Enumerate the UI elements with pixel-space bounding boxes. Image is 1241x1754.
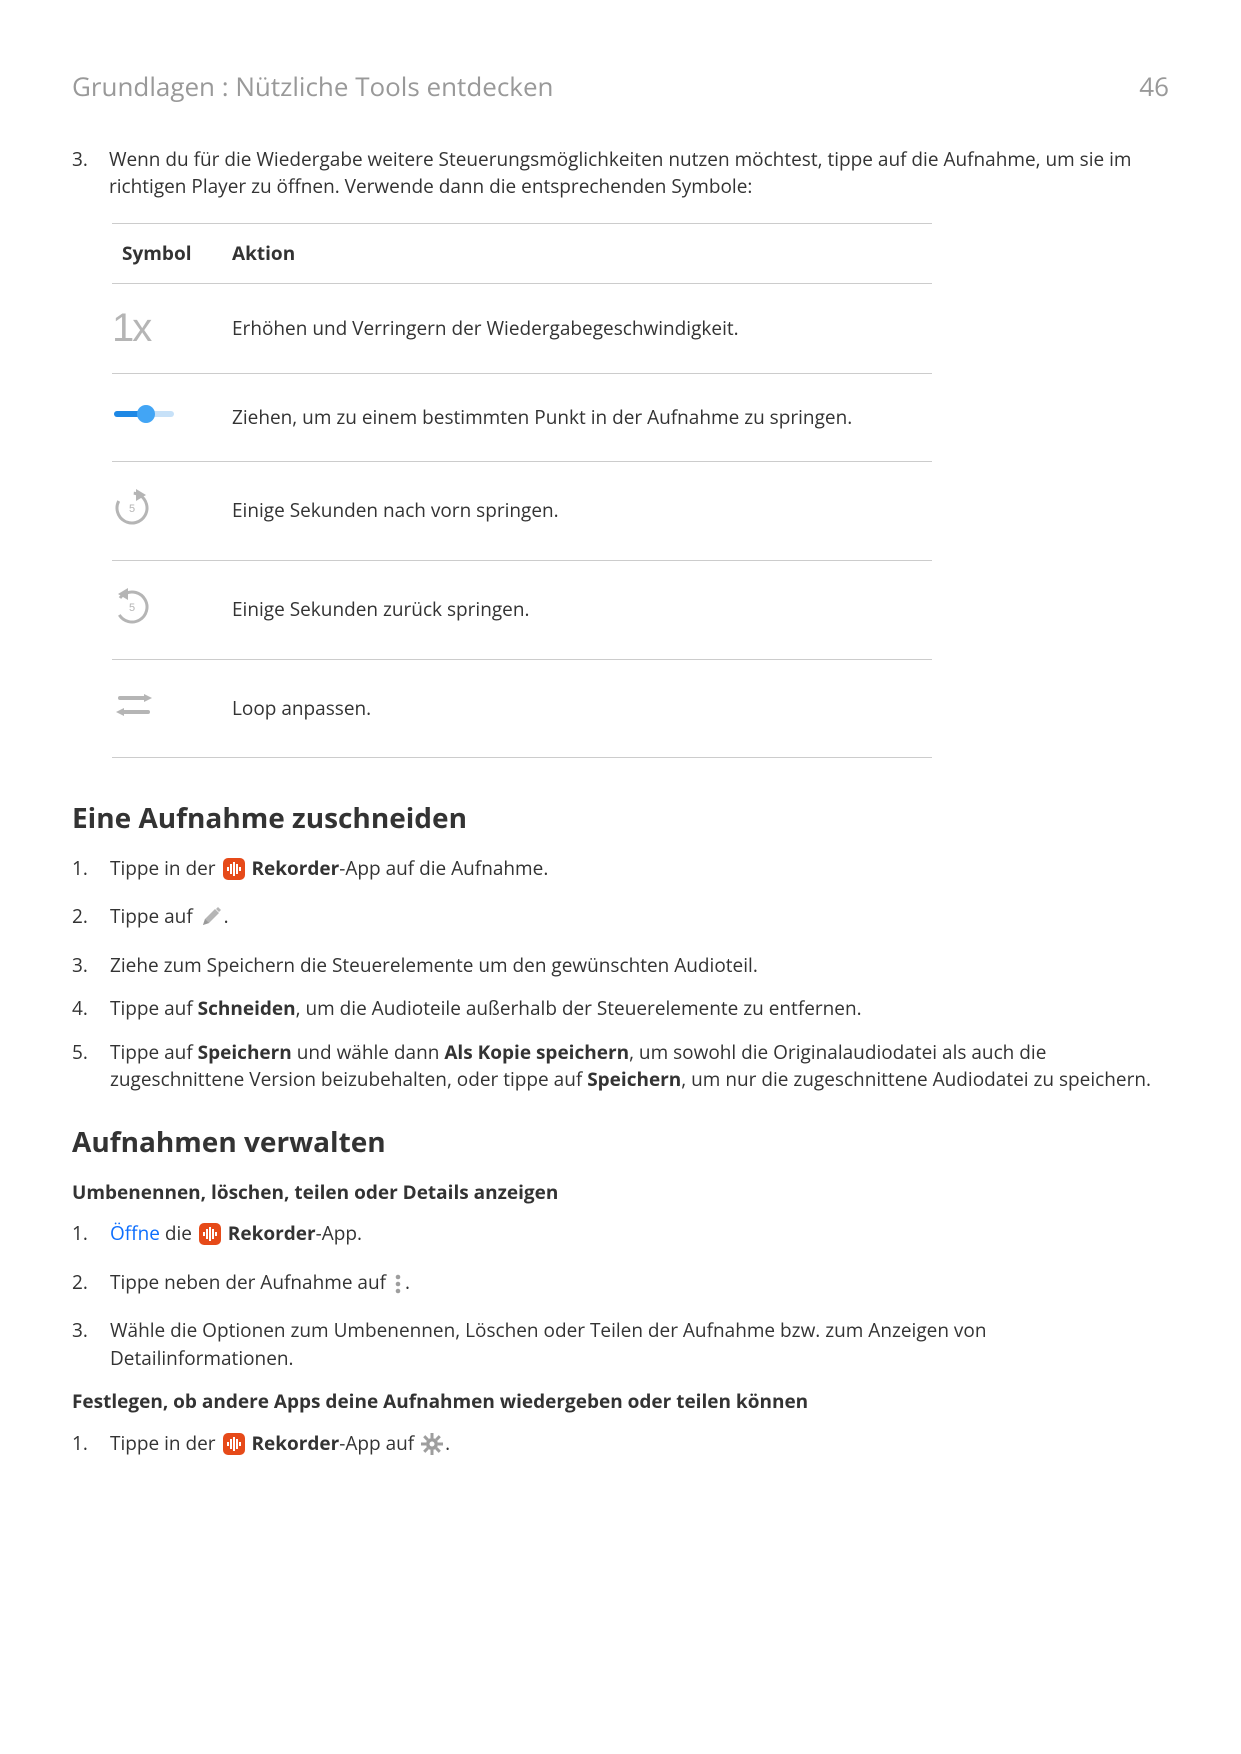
rekorder-app-icon xyxy=(223,858,245,888)
text: die xyxy=(160,1220,197,1246)
list-number: 1. xyxy=(72,1220,110,1253)
text: . xyxy=(445,1430,450,1456)
table-row: Einige Sekunden nach vorn springen. xyxy=(112,462,932,561)
list-item: 2. Tippe neben der Aufnahme auf . xyxy=(72,1269,1169,1302)
symbol-action-table: Symbol Aktion 1x Erhöhen und Verringern … xyxy=(112,223,932,758)
text: , um nur die zugeschnittene Audiodatei z… xyxy=(681,1066,1151,1092)
text: Tippe in der xyxy=(110,855,221,881)
gear-icon xyxy=(421,1433,443,1463)
subheading-rename: Umbenennen, löschen, teilen oder Details… xyxy=(72,1179,1169,1207)
text: Wähle die Optionen zum Umbenennen, Lösch… xyxy=(110,1317,1169,1372)
list-item: 1. Tippe in der Rekorder-App auf . xyxy=(72,1430,1169,1463)
text: -App auf die Aufnahme. xyxy=(339,855,548,881)
pencil-icon xyxy=(200,906,222,936)
speed-1x-icon: 1x xyxy=(112,306,150,350)
steps-manage-2: 1. Tippe in der Rekorder-App auf . xyxy=(72,1430,1169,1463)
list-number: 5. xyxy=(72,1039,110,1094)
skip-back-icon xyxy=(112,585,152,627)
bold-text: Speichern xyxy=(587,1066,681,1092)
skip-forward-icon xyxy=(112,486,152,528)
app-name: Rekorder xyxy=(251,1430,339,1456)
subheading-permissions: Festlegen, ob andere Apps deine Aufnahme… xyxy=(72,1388,1169,1416)
heading-manage: Aufnahmen verwalten xyxy=(72,1122,1169,1163)
bold-text: Schneiden xyxy=(198,995,296,1021)
list-item: 3. Wähle die Optionen zum Umbenennen, Lö… xyxy=(72,1317,1169,1372)
table-row: Ziehen, um zu einem bestimmten Punkt in … xyxy=(112,373,932,462)
action-text: Einige Sekunden zurück springen. xyxy=(222,560,932,659)
list-number: 3. xyxy=(72,952,110,980)
bold-text: Speichern xyxy=(198,1039,292,1065)
heading-trim: Eine Aufnahme zuschneiden xyxy=(72,798,1169,839)
intro-text: Wenn du für die Wiedergabe weitere Steue… xyxy=(109,146,1166,201)
action-text: Loop anpassen. xyxy=(222,659,932,758)
list-item: 5. Tippe auf Speichern und wähle dann Al… xyxy=(72,1039,1169,1094)
list-item: 1. Öffne die Rekorder-App. xyxy=(72,1220,1169,1253)
list-number: 3. xyxy=(72,146,104,174)
slider-icon xyxy=(112,398,178,430)
rekorder-app-icon xyxy=(199,1223,221,1253)
bold-text: Als Kopie speichern xyxy=(444,1039,629,1065)
text: . xyxy=(224,903,229,929)
list-number: 1. xyxy=(72,1430,110,1463)
list-number: 2. xyxy=(72,1269,110,1302)
table-header-action: Aktion xyxy=(222,223,932,284)
text: Tippe neben der Aufnahme auf xyxy=(110,1269,391,1295)
action-text: Erhöhen und Verringern der Wiedergabeges… xyxy=(222,284,932,374)
rekorder-app-icon xyxy=(223,1433,245,1463)
table-row: Loop anpassen. xyxy=(112,659,932,758)
table-header-symbol: Symbol xyxy=(112,223,222,284)
text: Tippe auf xyxy=(110,903,198,929)
list-item: 1. Tippe in der Rekorder-App auf die Auf… xyxy=(72,855,1169,888)
intro-list-item: 3. Wenn du für die Wiedergabe weitere St… xyxy=(72,146,1169,201)
list-item: 2. Tippe auf . xyxy=(72,903,1169,936)
action-text: Einige Sekunden nach vorn springen. xyxy=(222,462,932,561)
list-number: 1. xyxy=(72,855,110,888)
app-name: Rekorder xyxy=(228,1220,316,1246)
text: . xyxy=(405,1269,410,1295)
text: Tippe auf xyxy=(110,995,198,1021)
text: , um die Audioteile außerhalb der Steuer… xyxy=(296,995,862,1021)
more-icon xyxy=(393,1274,403,1302)
text: Ziehe zum Speichern die Steuerelemente u… xyxy=(110,952,1169,980)
loop-icon xyxy=(112,684,156,726)
app-name: Rekorder xyxy=(251,855,339,881)
table-row: 1x Erhöhen und Verringern der Wiedergabe… xyxy=(112,284,932,374)
list-number: 4. xyxy=(72,995,110,1023)
text: -App. xyxy=(316,1220,362,1246)
text: Tippe auf xyxy=(110,1039,198,1065)
steps-trim: 1. Tippe in der Rekorder-App auf die Auf… xyxy=(72,855,1169,1094)
text: und wähle dann xyxy=(292,1039,445,1065)
list-number: 2. xyxy=(72,903,110,936)
table-row: Einige Sekunden zurück springen. xyxy=(112,560,932,659)
list-number: 3. xyxy=(72,1317,110,1372)
list-item: 3. Ziehe zum Speichern die Steuerelement… xyxy=(72,952,1169,980)
list-item: 4. Tippe auf Schneiden, um die Audioteil… xyxy=(72,995,1169,1023)
breadcrumb: Grundlagen : Nützliche Tools entdecken xyxy=(72,68,553,106)
steps-manage-1: 1. Öffne die Rekorder-App. 2. Tippe nebe… xyxy=(72,1220,1169,1372)
action-text: Ziehen, um zu einem bestimmten Punkt in … xyxy=(222,373,932,462)
text: -App auf xyxy=(339,1430,419,1456)
page-number: 46 xyxy=(1139,68,1169,106)
text: Tippe in der xyxy=(110,1430,221,1456)
open-link[interactable]: Öffne xyxy=(110,1220,160,1246)
